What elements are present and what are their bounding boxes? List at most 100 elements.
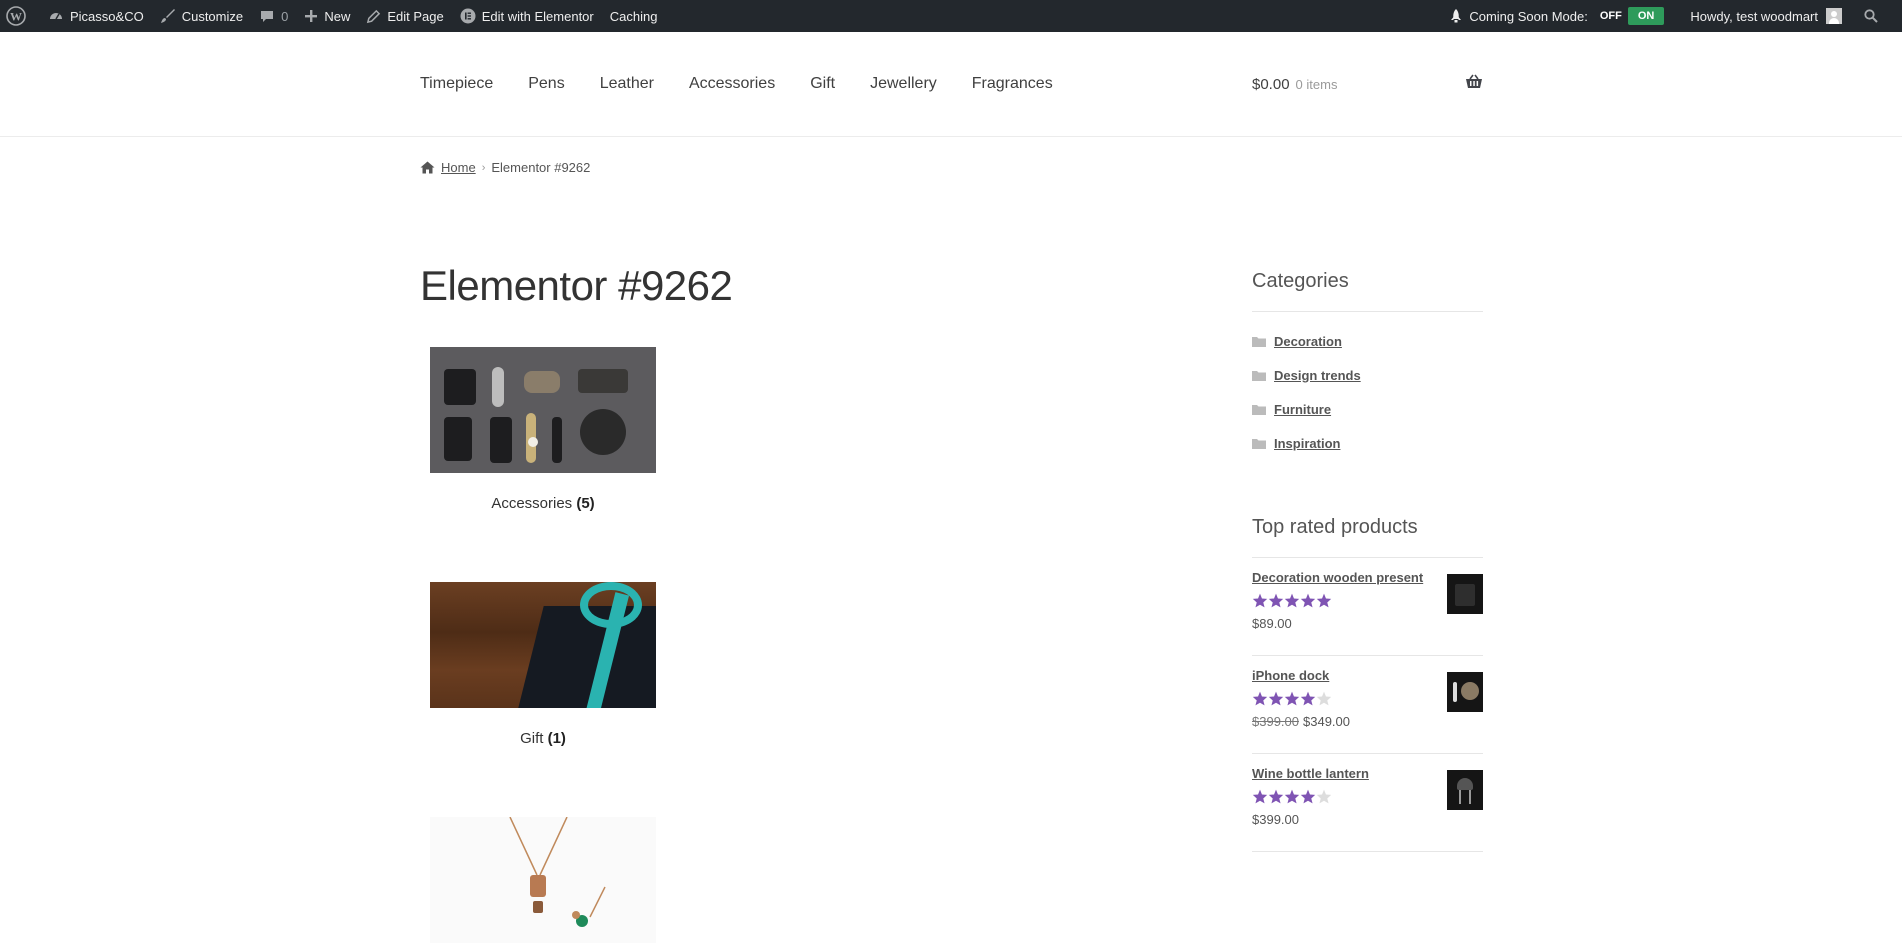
new-label: New (324, 8, 351, 24)
category-image-jewellery[interactable] (430, 817, 656, 943)
product-thumbnail[interactable] (1447, 672, 1483, 712)
avatar (1826, 8, 1842, 24)
toggle-off-option[interactable]: OFF (1600, 10, 1622, 22)
admin-search-button[interactable] (1850, 0, 1892, 32)
site-name-link[interactable]: Picasso&CO (40, 0, 152, 32)
coming-soon-toggle[interactable]: Coming Soon Mode: OFF ON (1441, 0, 1672, 32)
pencil-icon (367, 9, 381, 23)
site-name-label: Picasso&CO (70, 8, 144, 24)
nav-item-fragrances[interactable]: Fragrances (972, 75, 1053, 93)
product-price: $399.00 (1252, 812, 1299, 827)
category-card-gift[interactable]: Gift (1) (430, 582, 656, 747)
categories-list: Decoration Design trends Furniture Inspi… (1252, 324, 1483, 460)
comment-icon (261, 11, 274, 22)
dashboard-icon (50, 13, 62, 20)
nav-item-timepiece[interactable]: Timepiece (420, 75, 493, 93)
nav-item-leather[interactable]: Leather (600, 75, 654, 93)
category-card-jewellery[interactable] (430, 817, 656, 943)
star-filled-icon (1268, 691, 1284, 706)
nav-item-jewellery[interactable]: Jewellery (870, 75, 937, 93)
list-item: Design trends (1252, 358, 1483, 392)
star-filled-icon (1284, 691, 1300, 706)
product-price: $89.00 (1252, 616, 1292, 631)
star-empty-icon (1316, 789, 1332, 804)
category-label-accessories[interactable]: Accessories (5) (430, 495, 656, 512)
svg-text:W: W (10, 10, 22, 24)
product-item: Wine bottle lantern $399.00 (1252, 754, 1483, 852)
star-filled-icon (1316, 593, 1332, 608)
elementor-icon (460, 8, 476, 24)
caching-label: Caching (609, 8, 658, 24)
list-item: Decoration (1252, 324, 1483, 358)
comments-link[interactable]: 0 (251, 0, 296, 32)
cart-amount: $0.00 (1252, 75, 1290, 93)
star-filled-icon (1300, 593, 1316, 608)
product-link[interactable]: iPhone dock (1252, 668, 1329, 683)
edit-elementor-label: Edit with Elementor (481, 8, 594, 24)
product-item: iPhone dock $399.00 $349.00 (1252, 656, 1483, 754)
nav-item-pens[interactable]: Pens (528, 75, 564, 93)
category-card-accessories[interactable]: Accessories (5) (430, 347, 656, 512)
categories-widget-title: Categories (1252, 270, 1483, 312)
list-item: Inspiration (1252, 426, 1483, 460)
nav-item-gift[interactable]: Gift (810, 75, 835, 93)
category-image-accessories[interactable] (430, 347, 656, 473)
breadcrumb-home-link[interactable]: Home (441, 160, 476, 175)
edit-page-link[interactable]: Edit Page (358, 0, 451, 32)
category-count: (5) (576, 495, 595, 512)
product-item: Decoration wooden present $89.00 (1252, 558, 1483, 656)
star-filled-icon (1268, 593, 1284, 608)
star-rating (1252, 789, 1332, 804)
basket-icon (1465, 74, 1483, 95)
categories-widget: Categories Decoration Design trends Furn… (1252, 270, 1483, 460)
customize-link[interactable]: Customize (152, 0, 251, 32)
wordpress-logo-icon[interactable]: W (0, 0, 40, 32)
star-filled-icon (1268, 789, 1284, 804)
product-link[interactable]: Wine bottle lantern (1252, 766, 1369, 781)
site-header: Timepiece Pens Leather Accessories Gift … (0, 32, 1902, 137)
list-item: Furniture (1252, 392, 1483, 426)
category-link-design-trends[interactable]: Design trends (1274, 368, 1361, 383)
category-count: (1) (547, 730, 566, 747)
category-link-furniture[interactable]: Furniture (1274, 402, 1331, 417)
customize-label: Customize (181, 8, 244, 24)
admin-bar: W Picasso&CO Customize 0 New Edit Page E… (0, 0, 1902, 32)
star-rating (1252, 691, 1332, 706)
star-filled-icon (1252, 691, 1268, 706)
category-link-decoration[interactable]: Decoration (1274, 334, 1342, 349)
breadcrumb-separator-icon: › (481, 161, 486, 174)
star-filled-icon (1252, 593, 1268, 608)
star-empty-icon (1316, 691, 1332, 706)
new-content-link[interactable]: New (296, 0, 358, 32)
page-title: Elementor #9262 (420, 262, 733, 309)
star-filled-icon (1300, 691, 1316, 706)
old-price: $399.00 (1252, 714, 1299, 729)
star-filled-icon (1252, 789, 1268, 804)
plus-icon (305, 10, 318, 22)
product-thumbnail[interactable] (1447, 574, 1483, 614)
category-link-inspiration[interactable]: Inspiration (1274, 436, 1340, 451)
top-rated-widget: Top rated products Decoration wooden pre… (1252, 516, 1483, 852)
folder-icon (1252, 404, 1266, 415)
folder-icon (1252, 438, 1266, 449)
cart-count: 0 items (1295, 76, 1338, 92)
product-link[interactable]: Decoration wooden present (1252, 570, 1423, 585)
category-label-gift[interactable]: Gift (1) (430, 730, 656, 747)
star-filled-icon (1300, 789, 1316, 804)
breadcrumb-current: Elementor #9262 (491, 160, 591, 175)
edit-elementor-link[interactable]: Edit with Elementor (452, 0, 602, 32)
category-image-gift[interactable] (430, 582, 656, 708)
user-account-link[interactable]: Howdy, test woodmart (1682, 0, 1850, 32)
coming-soon-label: Coming Soon Mode: (1469, 8, 1588, 24)
product-thumbnail[interactable] (1447, 770, 1483, 810)
star-rating (1252, 593, 1332, 608)
nav-item-accessories[interactable]: Accessories (689, 75, 775, 93)
caching-link[interactable]: Caching (602, 0, 666, 32)
folder-icon (1252, 336, 1266, 347)
breadcrumb: Home › Elementor #9262 (420, 160, 590, 175)
header-cart[interactable]: $0.00 0 items (1252, 32, 1483, 136)
toggle-on-option[interactable]: ON (1627, 7, 1665, 25)
brush-icon (160, 9, 175, 23)
howdy-label: Howdy, test woodmart (1690, 8, 1818, 24)
star-filled-icon (1284, 789, 1300, 804)
